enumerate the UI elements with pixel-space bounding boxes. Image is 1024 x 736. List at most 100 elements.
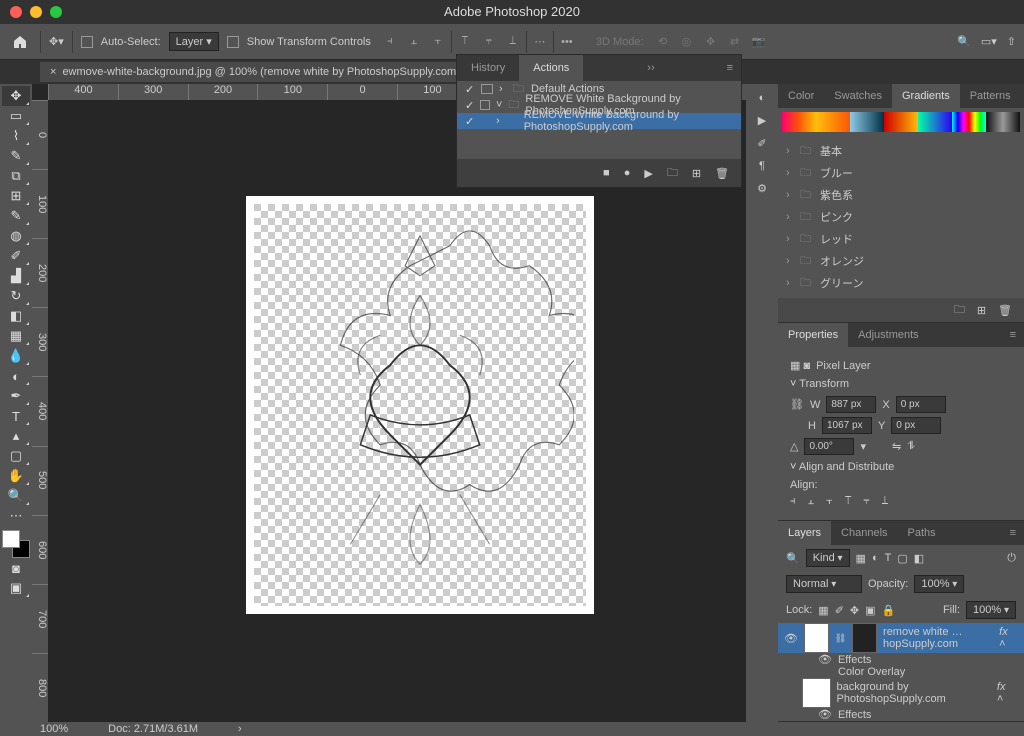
flip-v-icon[interactable]: ⥮ [907, 440, 915, 453]
align-section[interactable]: ˅ Align and Distribute [790, 461, 1012, 473]
panel-menu-icon[interactable]: ≡ [1002, 527, 1024, 539]
search-icon[interactable]: 🔍 [957, 35, 971, 48]
document-tab[interactable]: × ewmove-white-background.jpg @ 100% (re… [40, 62, 515, 82]
transform-section[interactable]: ˅ Transform [790, 378, 1012, 390]
opacity-dropdown[interactable]: 100% ▾ [914, 575, 964, 593]
doc-size[interactable]: Doc: 2.71M/3.61M [108, 723, 198, 735]
tab-paths[interactable]: Paths [898, 521, 946, 545]
distribute-icon[interactable]: ⋯ [529, 31, 551, 53]
gradient-folder[interactable]: ›🗀レッド [778, 228, 1024, 250]
align-left-icon[interactable]: ⫞ [790, 495, 796, 508]
panel-icon-1[interactable]: ◐ [759, 92, 766, 104]
effect-item[interactable]: Color Overlay [778, 666, 1024, 678]
edit-toolbar-icon[interactable]: ⋯ [2, 506, 30, 526]
history-brush-tool[interactable]: ↻ [2, 286, 30, 306]
tab-patterns[interactable]: Patterns [960, 84, 1021, 108]
eraser-tool[interactable]: ◧ [2, 306, 30, 326]
healing-brush-tool[interactable]: ◍ [2, 226, 30, 246]
align-bottom-icon[interactable]: ⟘ [502, 31, 524, 53]
more-options-icon[interactable]: ••• [556, 31, 578, 53]
clone-stamp-tool[interactable]: ▟ [2, 266, 30, 286]
quick-select-tool[interactable]: ✎ [2, 146, 30, 166]
type-tool[interactable]: T [2, 406, 30, 426]
lock-transparent-icon[interactable]: ▦ [818, 604, 828, 617]
align-top-icon[interactable]: ⟙ [845, 495, 852, 508]
zoom-level[interactable]: 100% [40, 723, 68, 735]
blur-tool[interactable]: 💧 [2, 346, 30, 366]
move-tool-icon[interactable]: ✥▾ [49, 35, 64, 48]
flip-h-icon[interactable]: ⇋ [892, 440, 901, 453]
fg-bg-colors[interactable] [2, 530, 30, 558]
filter-toggle-icon[interactable]: ⏻ [1007, 552, 1016, 565]
filter-smart-icon[interactable]: ◧ [914, 552, 924, 565]
gradient-folder[interactable]: ›🗀オレンジ [778, 250, 1024, 272]
new-action-icon[interactable]: ⊞ [692, 167, 701, 180]
share-icon[interactable]: ⇧ [1007, 35, 1016, 48]
record-icon[interactable]: ● [624, 167, 631, 179]
lock-artboard-icon[interactable]: ▣ [865, 604, 875, 617]
layer-name[interactable]: background by PhotoshopSupply.com [837, 681, 991, 705]
panel-menu-icon[interactable]: ≡ [1002, 329, 1024, 341]
filter-adj-icon[interactable]: ◐ [872, 552, 879, 564]
pen-tool[interactable]: ✒ [2, 386, 30, 406]
fx-badge[interactable]: fx ˄ [997, 681, 1018, 705]
effects-row[interactable]: 👁Effects [778, 708, 1024, 721]
tab-channels[interactable]: Channels [831, 521, 897, 545]
quick-mask-icon[interactable]: ◙ [2, 558, 30, 578]
width-input[interactable] [826, 396, 876, 413]
eyedropper-tool[interactable]: ✎ [2, 206, 30, 226]
panel-icon-2[interactable]: ▶ [758, 114, 766, 127]
height-input[interactable] [822, 417, 872, 434]
lock-all-icon[interactable]: 🔒 [882, 604, 896, 617]
align-middle-v-icon[interactable]: ⫧ [478, 31, 500, 53]
document-canvas[interactable] [246, 196, 594, 614]
new-preset-icon[interactable]: ⊞ [977, 304, 986, 317]
panel-menu-icon[interactable]: ≡ [719, 62, 741, 74]
mask-thumbnail[interactable] [852, 623, 877, 653]
frame-tool[interactable]: ⊞ [2, 186, 30, 206]
play-icon[interactable]: ▶ [644, 167, 652, 180]
collapse-panel-icon[interactable]: ›› [639, 62, 662, 74]
x-input[interactable] [896, 396, 946, 413]
minimize-window[interactable] [30, 6, 42, 18]
tab-gradients[interactable]: Gradients [892, 84, 960, 108]
close-window[interactable] [10, 6, 22, 18]
layer-name[interactable]: remove white …hopSupply.com [883, 626, 993, 650]
panel-icon-4[interactable]: ¶ [759, 160, 765, 172]
path-select-tool[interactable]: ▴ [2, 426, 30, 446]
rectangle-tool[interactable]: ▢ [2, 446, 30, 466]
gradient-folder[interactable]: ›🗀グリーン [778, 272, 1024, 294]
auto-select-checkbox[interactable] [81, 36, 93, 48]
tab-adjustments[interactable]: Adjustments [848, 323, 929, 347]
effects-row[interactable]: 👁Effects [778, 653, 1024, 666]
visibility-toggle[interactable]: 👁 [784, 632, 798, 645]
close-tab-icon[interactable]: × [50, 66, 56, 78]
trash-icon[interactable]: 🗑 [998, 304, 1012, 317]
layer-row[interactable]: 👁 ⛓ remove white …hopSupply.com fx ˄ [778, 623, 1024, 653]
align-right-icon[interactable]: ⫟ [826, 495, 833, 508]
align-center-icon[interactable]: ⫠ [808, 495, 815, 508]
y-input[interactable] [891, 417, 941, 434]
status-chevron-icon[interactable]: › [238, 723, 242, 735]
new-folder-icon[interactable]: 🗀 [954, 301, 965, 320]
dodge-tool[interactable]: ◐ [2, 366, 30, 386]
lock-pixels-icon[interactable]: ✐ [835, 604, 844, 617]
gradient-folder[interactable]: ›🗀紫色系 [778, 184, 1024, 206]
align-middle-icon[interactable]: ⫧ [863, 495, 869, 508]
layer-thumbnail[interactable] [802, 678, 831, 708]
layer-row[interactable]: background by PhotoshopSupply.com fx ˄ [778, 678, 1024, 708]
angle-input[interactable] [804, 438, 854, 455]
action-row[interactable]: ✓›REMOVE White Background by PhotoshopSu… [457, 113, 741, 129]
panel-icon-5[interactable]: ⚙ [757, 182, 767, 195]
link-dimensions-icon[interactable]: ⛓ [790, 398, 804, 411]
filter-type-icon[interactable]: T [885, 552, 892, 564]
panel-icon-3[interactable]: ✐ [757, 137, 766, 150]
align-top-icon[interactable]: ⟙ [454, 31, 476, 53]
crop-tool[interactable]: ⧉ [2, 166, 30, 186]
show-transform-checkbox[interactable] [227, 36, 239, 48]
align-bottom-icon[interactable]: ⟘ [882, 495, 889, 508]
zoom-tool[interactable]: 🔍 [2, 486, 30, 506]
tab-swatches[interactable]: Swatches [824, 84, 892, 108]
blend-mode-dropdown[interactable]: Normal ▾ [786, 575, 862, 593]
align-center-h-icon[interactable]: ⫠ [403, 31, 425, 53]
